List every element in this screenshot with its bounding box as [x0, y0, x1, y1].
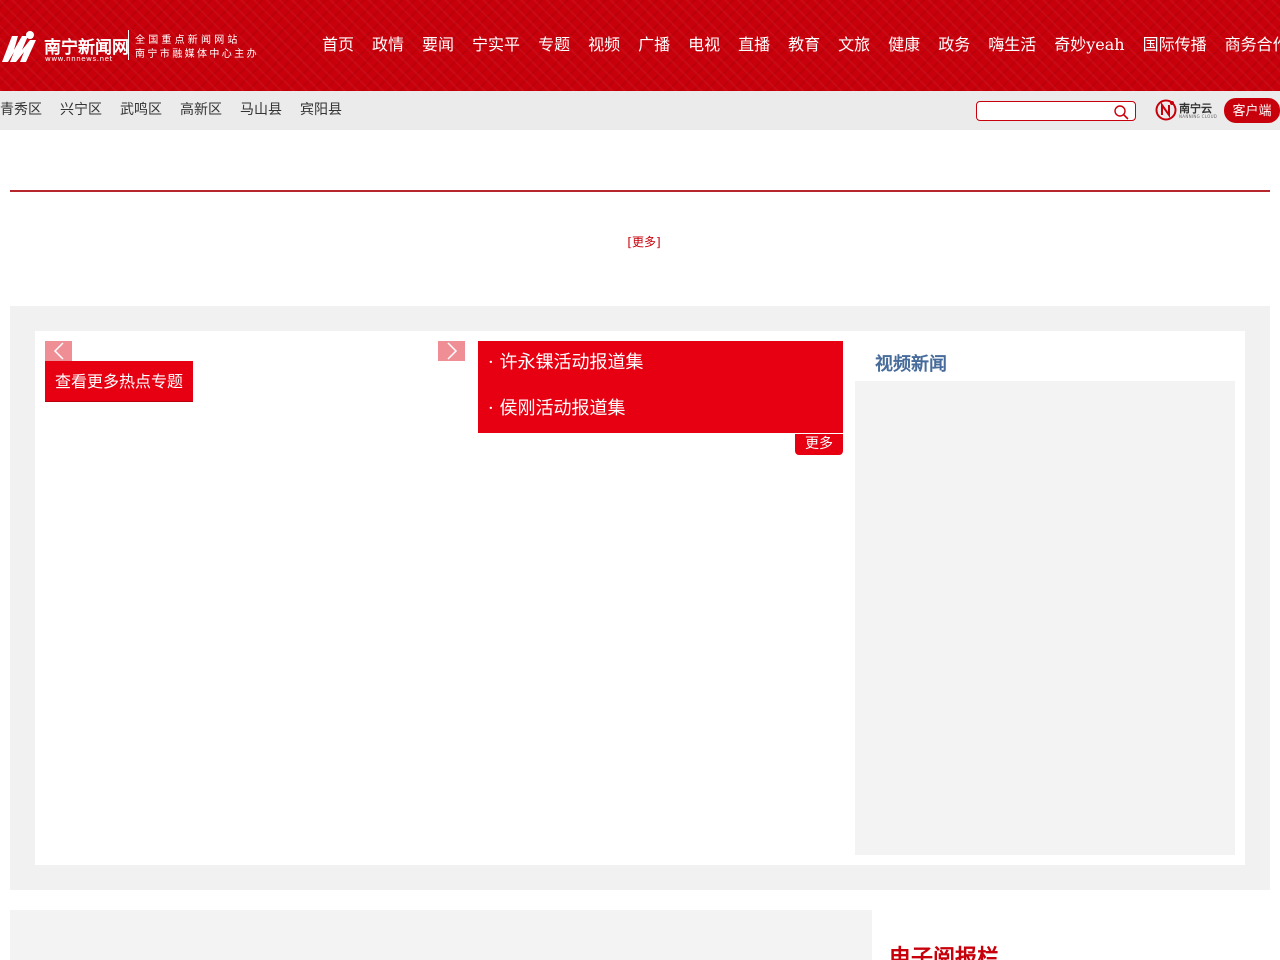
nanning-cloud-icon: [1155, 99, 1177, 121]
nav-item-headlines[interactable]: 要闻: [422, 33, 454, 57]
chevron-left-icon: [53, 342, 64, 360]
nav-item-international[interactable]: 国际传播: [1143, 33, 1207, 57]
topic-item[interactable]: · 侯刚活动报道集: [478, 387, 843, 433]
district-item-wuming[interactable]: 武鸣区: [120, 91, 162, 130]
nav-item-culture-travel[interactable]: 文旅: [838, 33, 870, 57]
nav-item-lifestyle[interactable]: 嗨生活: [988, 33, 1036, 57]
search-input[interactable]: [981, 103, 1111, 119]
nav-item-ningshiping[interactable]: 宁实平: [472, 33, 520, 57]
district-item-binyang[interactable]: 宾阳县: [300, 91, 342, 130]
site-logo[interactable]: 南宁新闻网 www.nnnews.net 全国重点新闻网站 南宁市融媒体中心主办: [0, 28, 260, 64]
cloud-logo-sub: NANNING CLOUD: [1179, 114, 1218, 119]
nav-item-education[interactable]: 教育: [788, 33, 820, 57]
nav-item-topics[interactable]: 专题: [538, 33, 570, 57]
client-app-button[interactable]: 客户端: [1224, 98, 1280, 123]
nav-item-government[interactable]: 政务: [938, 33, 970, 57]
nav-item-politics[interactable]: 政情: [372, 33, 404, 57]
nanning-cloud-logo[interactable]: 南宁云 NANNING CLOUD: [1155, 97, 1219, 123]
nav-item-live[interactable]: 直播: [738, 33, 770, 57]
logo-url: www.nnnews.net: [45, 55, 113, 63]
nav-item-business[interactable]: 商务合作: [1225, 33, 1280, 57]
district-nav: 青秀区 兴宁区 武鸣区 高新区 马山县 宾阳县: [0, 91, 360, 130]
headline-more-link[interactable]: [更多]: [0, 233, 1280, 250]
topic-list: · 许永锞活动报道集 · 侯刚活动报道集: [478, 341, 843, 433]
site-header: 南宁新闻网 www.nnnews.net 全国重点新闻网站 南宁市融媒体中心主办…: [0, 0, 1280, 91]
nav-item-tv[interactable]: 电视: [688, 33, 720, 57]
nav-item-health[interactable]: 健康: [888, 33, 920, 57]
nav-item-video[interactable]: 视频: [588, 33, 620, 57]
nav-item-qimiao-yeah[interactable]: 奇妙yeah: [1054, 33, 1124, 57]
logo-slogan-line2: 南宁市融媒体中心主办: [135, 49, 259, 60]
nav-item-radio[interactable]: 广播: [638, 33, 670, 57]
district-item-xingning[interactable]: 兴宁区: [60, 91, 102, 130]
epaper-section-title: 电子阅报栏: [889, 945, 1000, 960]
video-news-title[interactable]: 视频新闻: [875, 350, 947, 376]
nav-item-home[interactable]: 首页: [322, 33, 354, 57]
carousel-next-button[interactable]: [438, 341, 465, 361]
headline-divider: [10, 190, 1270, 192]
feature-section: 查看更多热点专题 · 许永锞活动报道集 · 侯刚活动报道集 更多 视频新闻: [10, 306, 1270, 890]
topics-more-button[interactable]: 更多: [795, 434, 843, 455]
search-box: [976, 101, 1136, 121]
topic-item[interactable]: · 许永锞活动报道集: [478, 341, 843, 387]
logo-divider: [128, 30, 129, 60]
hot-topics-button[interactable]: 查看更多热点专题: [45, 361, 193, 402]
video-player-area[interactable]: [855, 381, 1235, 855]
news-list-panel: [10, 910, 872, 960]
district-item-qingxiu[interactable]: 青秀区: [0, 91, 42, 130]
feature-panel: 查看更多热点专题 · 许永锞活动报道集 · 侯刚活动报道集 更多 视频新闻: [35, 331, 1245, 865]
logo-mark-icon: [2, 31, 36, 62]
logo-slogan-line1: 全国重点新闻网站: [135, 35, 241, 46]
district-bar: 青秀区 兴宁区 武鸣区 高新区 马山县 宾阳县 南宁云 NANNING CLOU…: [0, 91, 1280, 130]
search-icon[interactable]: [1113, 104, 1129, 120]
carousel-prev-button[interactable]: [45, 341, 72, 361]
district-item-gaoxin[interactable]: 高新区: [180, 91, 222, 130]
chevron-right-icon: [446, 342, 457, 360]
district-item-mashan[interactable]: 马山县: [240, 91, 282, 130]
main-nav: 首页 政情 要闻 宁实平 专题 视频 广播 电视 直播 教育 文旅 健康 政务 …: [322, 33, 1280, 57]
